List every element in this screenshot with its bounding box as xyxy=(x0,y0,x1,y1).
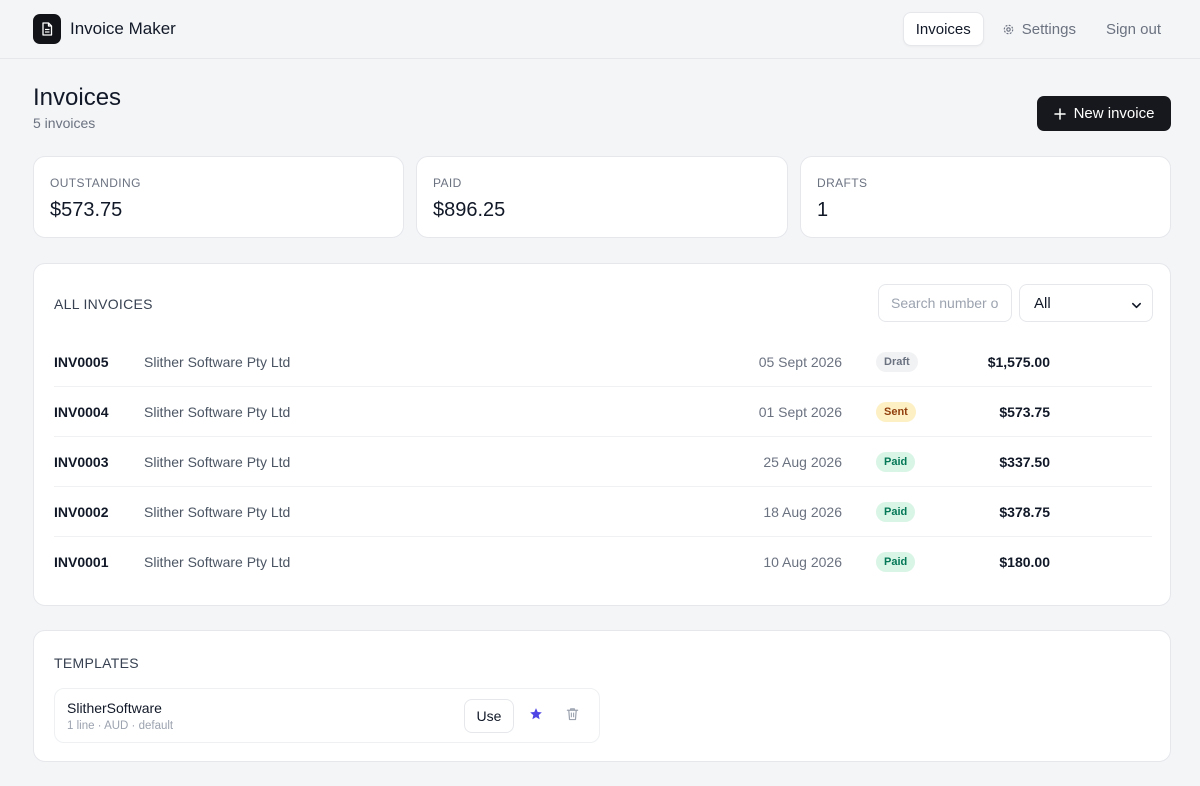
status-badge-cell: Draft xyxy=(876,337,918,387)
invoice-amount: $378.75 xyxy=(999,504,1050,520)
search-input[interactable] xyxy=(878,284,1012,322)
table-row[interactable]: INV0002 Slither Software Pty Ltd 18 Aug … xyxy=(54,487,1152,537)
templates-panel-title: TEMPLATES xyxy=(54,655,139,671)
invoice-amount: $573.75 xyxy=(999,404,1050,420)
new-invoice-button[interactable]: New invoice xyxy=(1037,96,1171,131)
invoice-number: INV0001 xyxy=(54,554,109,570)
invoice-count: 5 invoices xyxy=(33,115,96,131)
status-filter-value: All xyxy=(1034,294,1051,312)
template-name: SlitherSoftware xyxy=(67,700,162,716)
gear-icon xyxy=(1002,23,1015,36)
invoices-panel: ALL INVOICES All INV0005 Slither Softwar… xyxy=(33,263,1171,606)
stat-paid: PAID $896.25 xyxy=(416,156,788,238)
brand[interactable]: Invoice Maker xyxy=(33,14,176,44)
invoice-client: Slither Software Pty Ltd xyxy=(144,354,291,370)
invoice-number: INV0002 xyxy=(54,504,109,520)
table-row[interactable]: INV0004 Slither Software Pty Ltd 01 Sept… xyxy=(54,387,1152,437)
document-icon xyxy=(33,14,61,44)
stat-value: $573.75 xyxy=(50,199,123,221)
status-badge-cell: Paid xyxy=(876,437,916,487)
status-badge: Sent xyxy=(876,402,916,422)
invoice-client: Slither Software Pty Ltd xyxy=(144,404,291,420)
status-badge: Draft xyxy=(876,352,918,372)
templates-panel: TEMPLATES SlitherSoftware 1 line · AUD ·… xyxy=(33,630,1171,762)
invoice-number: INV0003 xyxy=(54,454,109,470)
nav-sign-out[interactable]: Sign out xyxy=(1094,12,1173,46)
stat-value: 1 xyxy=(817,199,829,221)
new-invoice-label: New invoice xyxy=(1073,105,1155,122)
main-nav: Invoices Settings Sign out xyxy=(902,12,1173,46)
template-meta: 1 line · AUD · default xyxy=(67,720,174,732)
invoice-amount: $337.50 xyxy=(999,454,1050,470)
nav-sign-out-label: Sign out xyxy=(1105,20,1161,38)
stat-outstanding: OUTSTANDING $573.75 xyxy=(33,156,404,238)
page-title: Invoices xyxy=(33,84,122,111)
trash-icon[interactable] xyxy=(566,707,579,721)
nav-invoices[interactable]: Invoices xyxy=(902,12,984,46)
invoice-date: 10 Aug 2026 xyxy=(763,554,842,570)
status-badge-cell: Paid xyxy=(876,537,916,587)
stat-label: PAID xyxy=(433,176,462,190)
chevron-down-icon xyxy=(1131,298,1142,315)
invoice-number: INV0005 xyxy=(54,354,109,370)
status-badge: Paid xyxy=(876,452,916,472)
stat-label: OUTSTANDING xyxy=(50,176,141,190)
nav-settings-label: Settings xyxy=(1021,20,1076,38)
nav-invoices-label: Invoices xyxy=(915,20,971,38)
table-row[interactable]: INV0005 Slither Software Pty Ltd 05 Sept… xyxy=(54,337,1152,387)
invoice-client: Slither Software Pty Ltd xyxy=(144,454,291,470)
status-badge-cell: Sent xyxy=(876,387,916,437)
star-icon[interactable] xyxy=(529,707,543,721)
status-filter-select[interactable]: All xyxy=(1019,284,1153,322)
status-badge-cell: Paid xyxy=(876,487,916,537)
invoices-panel-title: ALL INVOICES xyxy=(54,296,153,312)
invoice-date: 25 Aug 2026 xyxy=(763,454,842,470)
stat-label: DRAFTS xyxy=(817,176,868,190)
plus-icon xyxy=(1053,107,1066,120)
invoice-number: INV0004 xyxy=(54,404,109,420)
use-template-button[interactable]: Use xyxy=(464,699,514,733)
status-badge: Paid xyxy=(876,502,916,522)
top-bar: Invoice Maker Invoices Settings Sign out xyxy=(0,0,1200,59)
stat-value: $896.25 xyxy=(433,199,506,221)
invoice-client: Slither Software Pty Ltd xyxy=(144,504,291,520)
template-card: SlitherSoftware 1 line · AUD · default U… xyxy=(54,688,600,743)
invoice-date: 01 Sept 2026 xyxy=(758,404,842,420)
table-row[interactable]: INV0001 Slither Software Pty Ltd 10 Aug … xyxy=(54,537,1152,587)
invoice-amount: $180.00 xyxy=(999,554,1050,570)
invoice-date: 05 Sept 2026 xyxy=(758,354,842,370)
status-badge: Paid xyxy=(876,552,916,572)
app-name: Invoice Maker xyxy=(70,19,176,38)
table-row[interactable]: INV0003 Slither Software Pty Ltd 25 Aug … xyxy=(54,437,1152,487)
nav-settings[interactable]: Settings xyxy=(990,12,1088,46)
invoice-client: Slither Software Pty Ltd xyxy=(144,554,291,570)
invoice-amount: $1,575.00 xyxy=(987,354,1050,370)
invoice-date: 18 Aug 2026 xyxy=(763,504,842,520)
stat-drafts: DRAFTS 1 xyxy=(800,156,1171,238)
